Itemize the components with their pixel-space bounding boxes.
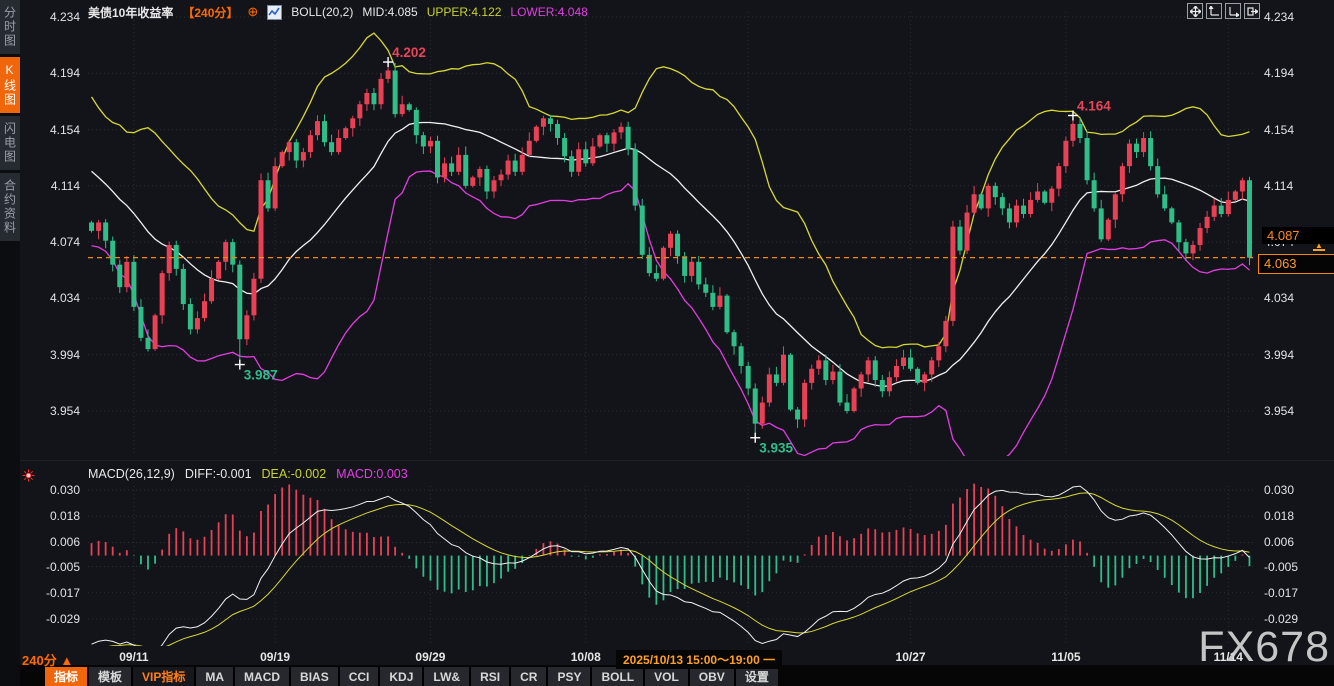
- export-icon[interactable]: [1244, 3, 1260, 19]
- x-axis-tick: 09/19: [245, 650, 305, 664]
- last-close-price-tag: 4.087: [1262, 227, 1334, 244]
- interval-text: 240分: [22, 653, 57, 668]
- boll-mid-value: MID:4.085: [362, 5, 417, 19]
- y-axis-tick-left: 4.034: [22, 291, 80, 305]
- y-axis-tick-left: 4.154: [22, 123, 80, 137]
- svg-text:4.202: 4.202: [392, 45, 426, 60]
- y-axis-tick-left: 4.194: [22, 66, 80, 80]
- macd-name: MACD(26,12,9): [88, 467, 175, 481]
- x-axis-tick: 10/27: [881, 650, 941, 664]
- bottom-tab-11[interactable]: PSY: [548, 667, 590, 686]
- macd-header: MACD(26,12,9) DIFF:-0.001 DEA:-0.002 MAC…: [88, 466, 408, 482]
- site-watermark: FX678: [1198, 623, 1330, 672]
- bottom-tab-6[interactable]: CCI: [340, 667, 379, 686]
- interval-arrow-icon: ▲: [60, 653, 73, 668]
- macd-settings-icon[interactable]: [22, 469, 35, 487]
- y-axis-tick-left: 4.114: [22, 179, 80, 193]
- macd-dea-value: DEA:-0.002: [262, 467, 327, 481]
- bottom-tab-7[interactable]: KDJ: [380, 667, 422, 686]
- y-axis-tick-right: 4.034: [1264, 291, 1330, 305]
- y-axis-tick-left: 4.234: [22, 10, 80, 24]
- sidebar-item-1[interactable]: K线图: [0, 57, 20, 113]
- bottom-tab-9[interactable]: RSI: [471, 667, 509, 686]
- y-axis-tick-right: 0.018: [1264, 509, 1330, 523]
- bottom-tab-5[interactable]: BIAS: [291, 667, 338, 686]
- axis-scale-left-icon[interactable]: [1206, 3, 1222, 19]
- y-axis-tick-right: 3.954: [1264, 404, 1330, 418]
- macd-diff-value: DIFF:-0.001: [185, 467, 252, 481]
- macd-macd-value: MACD:0.003: [336, 467, 408, 481]
- chart-application: 分时图 K线图闪电图合约资料 美债10年收益率 【240分】 ⊕ BOLL(20,…: [0, 0, 1334, 686]
- sidebar-item-2[interactable]: 闪电图: [0, 116, 20, 170]
- sidebar-item-3[interactable]: 合约资料: [0, 173, 20, 241]
- sidebar-item-0[interactable]: 分时图: [0, 0, 20, 54]
- y-axis-tick-right: -0.005: [1264, 560, 1330, 574]
- pan-icon[interactable]: [1187, 3, 1203, 19]
- y-axis-tick-left: 3.954: [22, 404, 80, 418]
- y-axis-tick-right: 4.154: [1264, 123, 1330, 137]
- bottom-tab-12[interactable]: BOLL: [592, 667, 643, 686]
- bottom-tab-0[interactable]: 指标: [45, 667, 87, 686]
- indicator-tabstrip: 指标模板VIP指标MAMACDBIASCCIKDJLW&RSICRPSYBOLL…: [45, 667, 778, 686]
- svg-text:3.935: 3.935: [759, 441, 793, 456]
- current-price-tag: 4.063: [1258, 254, 1334, 274]
- boll-label: BOLL(20,2): [291, 5, 353, 19]
- y-axis-tick-left: -0.017: [22, 586, 80, 600]
- x-axis-tick: 09/29: [400, 650, 460, 664]
- boll-upper-value: UPPER:4.122: [427, 5, 502, 19]
- axis-scale-right-icon[interactable]: [1225, 3, 1241, 19]
- y-axis-tick-right: 4.194: [1264, 66, 1330, 80]
- bottom-tab-15[interactable]: 设置: [736, 667, 778, 686]
- bottom-tab-14[interactable]: OBV: [690, 667, 734, 686]
- chart-canvas[interactable]: 4.202 3.987 3.935 4.164: [0, 0, 1334, 686]
- bottom-tab-13[interactable]: VOL: [645, 667, 688, 686]
- bottom-tab-10[interactable]: CR: [511, 667, 546, 686]
- window-button-group: [1187, 3, 1260, 19]
- instrument-title: 美债10年收益率: [88, 4, 173, 21]
- interval-label: 【240分】: [182, 4, 238, 21]
- chart-header: 美债10年收益率 【240分】 ⊕ BOLL(20,2) MID:4.085 U…: [88, 3, 588, 21]
- svg-text:4.164: 4.164: [1077, 99, 1111, 114]
- x-axis-tick: 10/08: [556, 650, 616, 664]
- indicator-chart-icon[interactable]: [267, 5, 282, 20]
- y-axis-tick-left: 0.006: [22, 535, 80, 549]
- y-axis-tick-right: 0.006: [1264, 535, 1330, 549]
- svg-text:3.987: 3.987: [244, 368, 278, 383]
- y-axis-tick-left: 4.074: [22, 235, 80, 249]
- x-axis-tick: 09/11: [104, 650, 164, 664]
- bottom-tab-1[interactable]: 模板: [89, 667, 131, 686]
- left-sidebar: 分时图 K线图闪电图合约资料: [0, 0, 20, 686]
- y-axis-tick-right: 3.994: [1264, 348, 1330, 362]
- y-axis-tick-left: 3.994: [22, 348, 80, 362]
- add-indicator-icon[interactable]: ⊕: [247, 4, 258, 20]
- x-axis-tick: 11/05: [1036, 650, 1096, 664]
- bottom-tab-8[interactable]: LW&: [424, 667, 469, 686]
- y-axis-tick-left: -0.005: [22, 560, 80, 574]
- bottom-tab-4[interactable]: MACD: [235, 667, 289, 686]
- y-axis-tick-left: 0.018: [22, 509, 80, 523]
- y-axis-tick-right: 0.030: [1264, 483, 1330, 497]
- boll-lower-value: LOWER:4.048: [510, 5, 587, 19]
- y-axis-tick-left: -0.029: [22, 612, 80, 626]
- y-axis-tick-right: -0.017: [1264, 586, 1330, 600]
- bottom-tab-2[interactable]: VIP指标: [133, 667, 194, 686]
- y-axis-tick-right: 4.234: [1264, 10, 1330, 24]
- crosshair-date-tooltip: 2025/10/13 15:00～19:00 一: [616, 650, 782, 669]
- price-marker-icon[interactable]: ▲: [1313, 243, 1325, 251]
- y-axis-tick-right: 4.114: [1264, 179, 1330, 193]
- bottom-tab-3[interactable]: MA: [196, 667, 233, 686]
